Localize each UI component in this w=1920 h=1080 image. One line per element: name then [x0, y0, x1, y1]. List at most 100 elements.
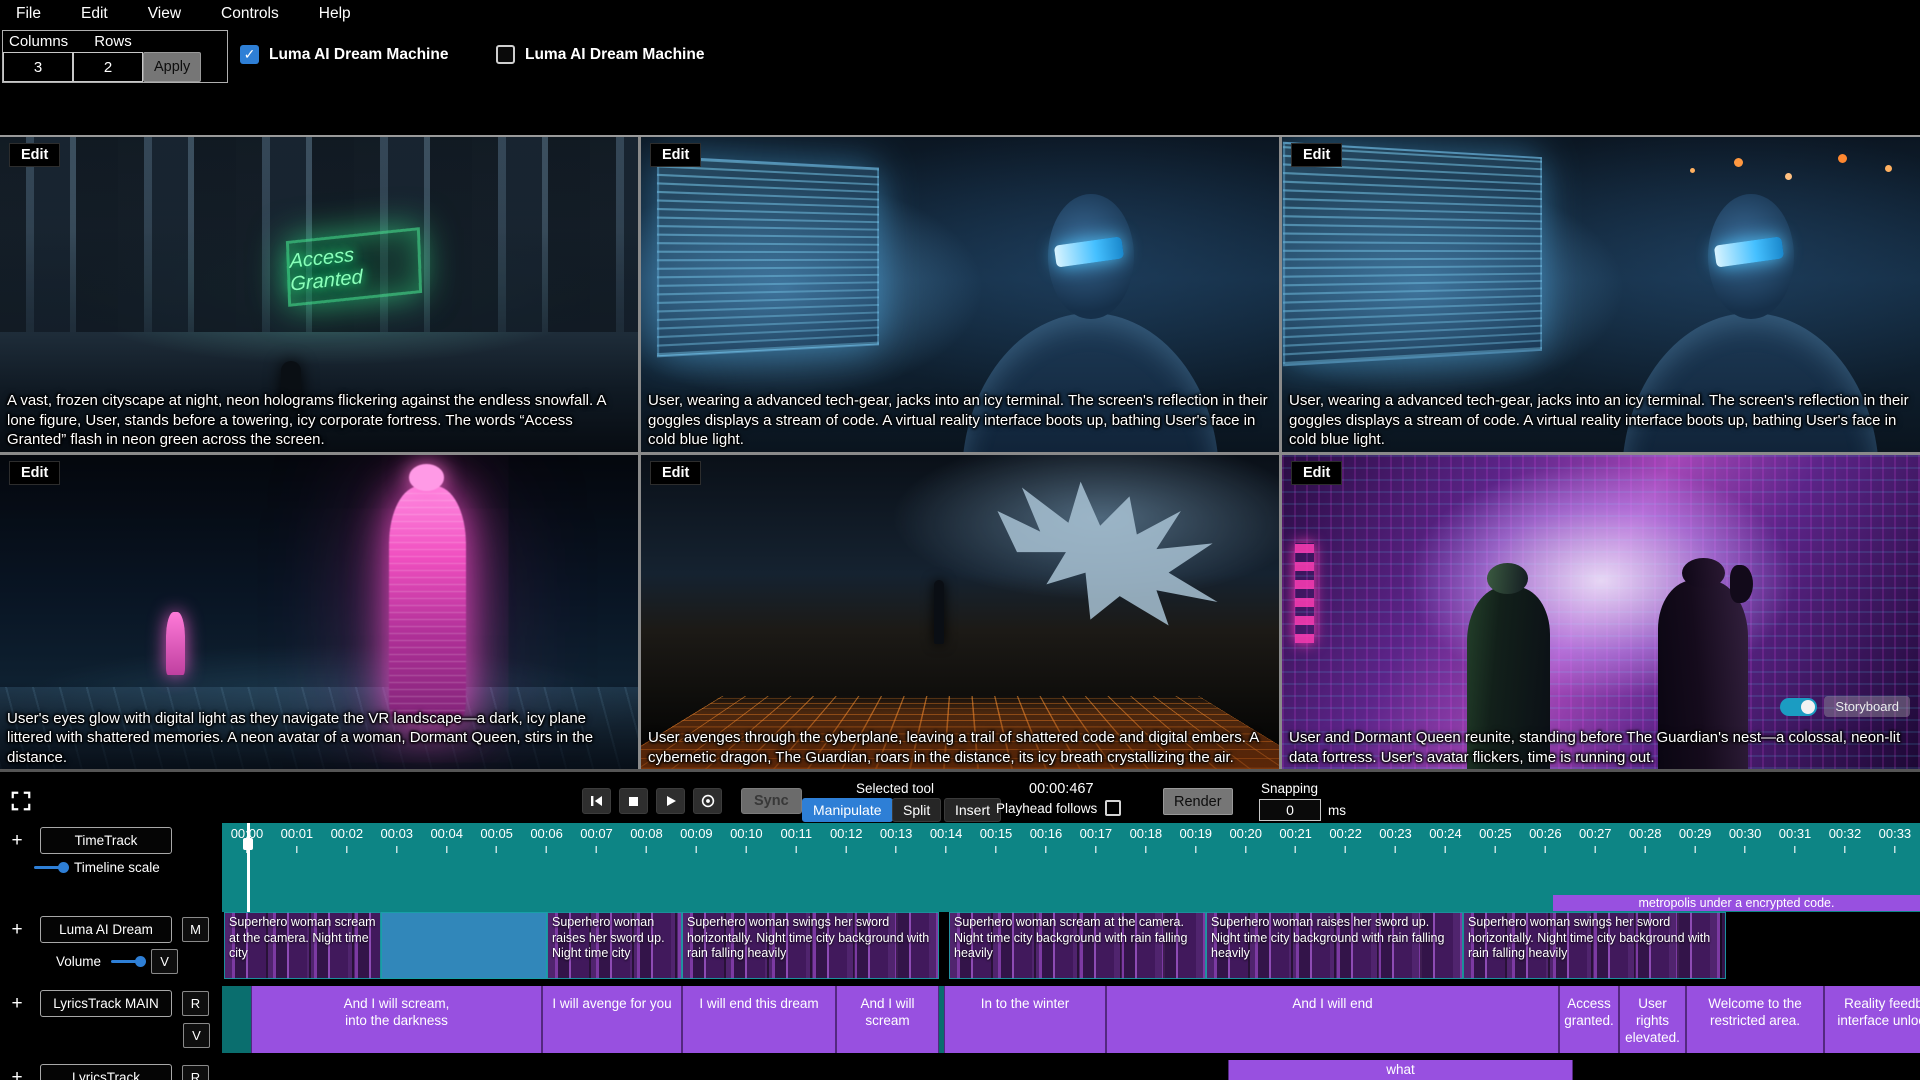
sync-button[interactable]: Sync: [741, 788, 802, 814]
ruler-tick-label: 00:06: [522, 826, 572, 841]
edit-button[interactable]: Edit: [9, 143, 60, 167]
v-button[interactable]: V: [183, 1023, 210, 1048]
video-clip[interactable]: Superhero woman scream at the camera. Ni…: [949, 912, 1206, 979]
add-track-button[interactable]: +: [4, 829, 30, 852]
lyrics-clip[interactable]: Access granted.: [1559, 986, 1619, 1053]
timeline-ruler[interactable]: 00:0000:0100:0200:0300:0400:0500:0600:07…: [222, 823, 1920, 912]
track-headers: + TimeTrack Timeline scale + Luma AI Dre…: [0, 823, 222, 1080]
lyrics-clip[interactable]: I will avenge for you: [542, 986, 682, 1053]
snapping-unit-label: ms: [1328, 803, 1346, 818]
volume-label: Volume: [56, 954, 101, 969]
skip-start-button[interactable]: [582, 788, 611, 814]
playhead[interactable]: [247, 823, 250, 912]
partial-text-clip[interactable]: metropolis under a encrypted code.: [1553, 895, 1920, 911]
edit-button[interactable]: Edit: [1291, 461, 1342, 485]
lyrics-main-track-button[interactable]: LyricsTrack MAIN: [40, 990, 172, 1017]
mute-button[interactable]: M: [182, 917, 209, 942]
storyboard-toggle[interactable]: [1780, 698, 1817, 716]
edit-button[interactable]: Edit: [9, 461, 60, 485]
ruler-tick-label: 00:07: [572, 826, 622, 841]
lyrics-clip[interactable]: Welcome to the restricted area.: [1686, 986, 1824, 1053]
timeline: + TimeTrack Timeline scale + Luma AI Dre…: [0, 823, 1920, 1080]
r-button[interactable]: R: [182, 1065, 209, 1080]
lyrics-clip-label: Access granted.: [1560, 986, 1618, 1053]
render-button[interactable]: Render: [1163, 788, 1233, 815]
ruler-tick-label: 00:25: [1470, 826, 1520, 841]
video-clip[interactable]: Superhero woman raises her sword up. Nig…: [1206, 912, 1463, 979]
ruler-tick-label: 00:26: [1520, 826, 1570, 841]
lyrics-clip-label: And I will scream: [857, 986, 917, 1053]
lyrics-clip[interactable]: And I will scream: [836, 986, 939, 1053]
video-clip-label: Superhero woman raises her sword up. Nig…: [1207, 913, 1462, 964]
lyrics-track-2: what: [222, 1060, 1920, 1080]
storyboard-toggle-row: Storyboard: [1780, 696, 1910, 717]
lyrics-main-track-header: + LyricsTrack MAIN R V: [0, 986, 222, 1053]
lyrics-clip[interactable]: In to the winter: [944, 986, 1106, 1053]
r-button[interactable]: R: [182, 991, 209, 1016]
luma-video-track: Superhero woman scream at the camera. Ni…: [222, 912, 1920, 979]
lyrics-clip[interactable]: Reality feedback interface unlocked.: [1824, 986, 1920, 1053]
volume-slider[interactable]: [111, 960, 141, 963]
video-clip[interactable]: Superhero woman scream at the camera. Ni…: [224, 912, 381, 979]
timetrack-button[interactable]: TimeTrack: [40, 827, 172, 854]
video-clip-label: [382, 913, 546, 917]
stop-button[interactable]: [619, 788, 648, 814]
menu-item[interactable]: Help: [319, 5, 351, 23]
storyboard-cell-5: Edit User avenges through the cyberplane…: [641, 455, 1279, 770]
frame-caption: User, wearing a advanced tech-gear, jack…: [1289, 391, 1913, 450]
playhead-follows-checkbox[interactable]: [1105, 800, 1121, 816]
snapping-input[interactable]: [1259, 799, 1321, 821]
add-track-button[interactable]: +: [4, 1066, 30, 1080]
ruler-tick-label: 00:11: [771, 826, 821, 841]
add-track-button[interactable]: +: [4, 992, 30, 1015]
ruler-tick-label: 00:15: [971, 826, 1021, 841]
ruler-tick-label: 00:18: [1121, 826, 1171, 841]
edit-button[interactable]: Edit: [1291, 143, 1342, 167]
video-clip[interactable]: Superhero woman raises her sword up. Nig…: [547, 912, 682, 979]
video-clip[interactable]: Superhero woman swings her sword horizon…: [1463, 912, 1726, 979]
menu-item[interactable]: View: [148, 5, 181, 23]
lyrics-track-button[interactable]: LyricsTrack: [40, 1064, 172, 1080]
ruler-tick-label: 00:19: [1171, 826, 1221, 841]
lyrics-clip[interactable]: And I will end: [1106, 986, 1559, 1053]
insert-tool-button[interactable]: Insert: [944, 798, 1001, 822]
terminal-screen-shape: [657, 156, 879, 357]
ruler-tick-label: 00:12: [821, 826, 871, 841]
lyrics-clip[interactable]: what: [1228, 1060, 1573, 1080]
luma-checkbox-checked[interactable]: ✓: [240, 45, 259, 64]
lyrics-clip[interactable]: And I will scream, into the darkness: [251, 986, 542, 1053]
lyrics-clip-label: And I will end: [1289, 986, 1375, 1053]
luma-track-button[interactable]: Luma AI Dream: [40, 916, 172, 943]
menu-item[interactable]: File: [16, 5, 41, 23]
rows-input[interactable]: [73, 52, 143, 82]
rows-label: Rows: [94, 33, 132, 50]
columns-input[interactable]: [3, 52, 73, 82]
play-button[interactable]: [656, 788, 685, 814]
menu-item[interactable]: Edit: [81, 5, 108, 23]
lyrics-clip[interactable]: User rights elevated.: [1619, 986, 1686, 1053]
selected-tool-label: Selected tool: [802, 781, 988, 796]
lyrics-clip-label: And I will scream, into the darkness: [341, 986, 453, 1053]
luma-checkbox-group-1: ✓ Luma AI Dream Machine: [240, 45, 448, 64]
luma-track-header: + Luma AI Dream M Volume V: [0, 912, 222, 979]
split-tool-button[interactable]: Split: [892, 798, 941, 822]
lyrics-track-header: + LyricsTrack R: [0, 1060, 222, 1080]
apply-button[interactable]: Apply: [143, 52, 201, 82]
video-clip[interactable]: Superhero woman swings her sword horizon…: [682, 912, 939, 979]
lyrics-clip-label: I will end this dream: [696, 986, 821, 1053]
record-loop-button[interactable]: [693, 788, 722, 814]
luma-checkbox-unchecked[interactable]: [496, 45, 515, 64]
menu-item[interactable]: Controls: [221, 5, 279, 23]
edit-button[interactable]: Edit: [650, 143, 701, 167]
lyrics-clip-label: Reality feedback interface unlocked.: [1825, 986, 1920, 1053]
edit-button[interactable]: Edit: [650, 461, 701, 485]
add-track-button[interactable]: +: [4, 918, 30, 941]
manipulate-tool-button[interactable]: Manipulate: [802, 798, 893, 822]
lyrics-clip[interactable]: I will end this dream: [682, 986, 836, 1053]
v-button[interactable]: V: [151, 949, 178, 974]
fullscreen-icon[interactable]: [10, 790, 32, 812]
timeline-scale-slider[interactable]: [34, 866, 64, 869]
lyrics-clip-label: In to the winter: [978, 986, 1073, 1053]
ruler-tick-label: 00:32: [1820, 826, 1870, 841]
video-clip[interactable]: [381, 912, 547, 979]
